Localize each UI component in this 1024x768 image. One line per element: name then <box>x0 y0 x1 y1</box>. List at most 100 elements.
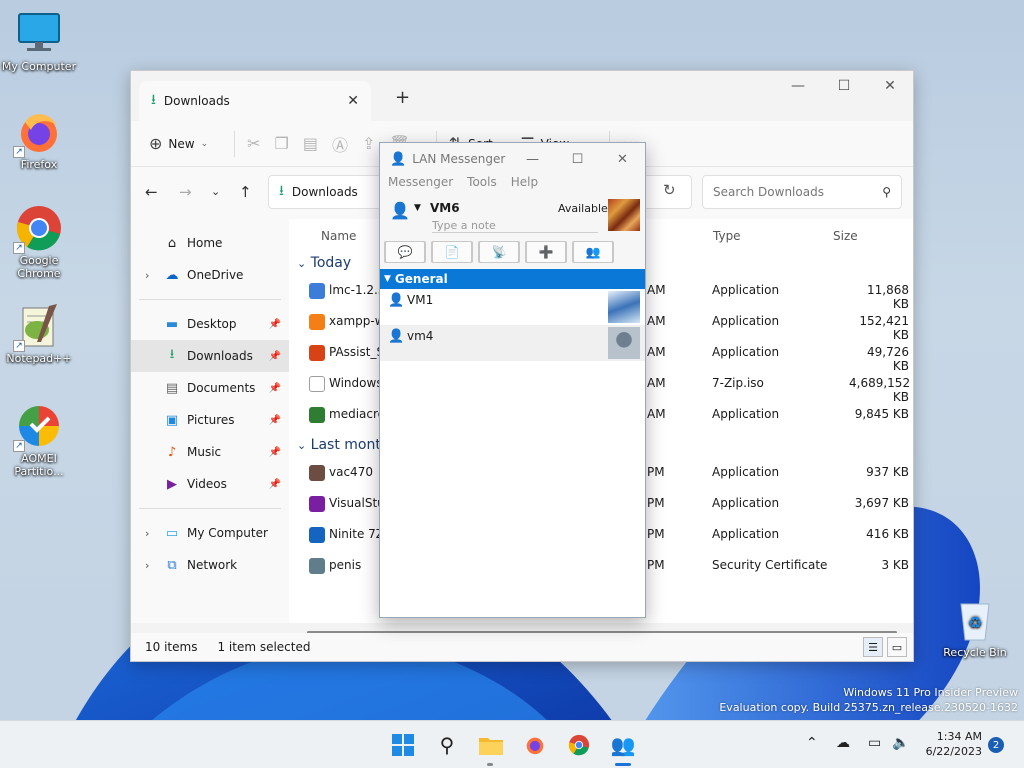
menu-messenger[interactable]: Messenger <box>388 175 453 195</box>
group-header-last-month[interactable]: ⌄ Last month <box>297 437 390 453</box>
column-header-size[interactable]: Size <box>833 229 858 243</box>
cut-button[interactable]: ✂ <box>247 134 260 153</box>
file-size: 416 KB <box>866 527 909 541</box>
recent-locations-chevron-icon[interactable]: ⌄ <box>211 185 220 198</box>
new-tab-icon[interactable]: + <box>395 87 410 108</box>
desktop-icon-label: Recycle Bin <box>943 646 1007 659</box>
nav-item-network[interactable]: › ⧉ Network <box>131 549 289 581</box>
menu-help[interactable]: Help <box>511 175 538 195</box>
close-window-icon[interactable]: ✕ <box>867 71 913 101</box>
nav-item-documents[interactable]: ▤ Documents 📌 <box>131 372 289 404</box>
refresh-icon[interactable]: ↻ <box>663 181 676 199</box>
nav-item-pictures[interactable]: ▣ Pictures 📌 <box>131 404 289 436</box>
minimize-icon[interactable]: — <box>775 71 821 101</box>
contact-avatar <box>608 291 640 323</box>
contact-status-icon: 👤 <box>388 329 405 344</box>
lan-messenger-taskbar-button[interactable]: 👥 <box>609 731 637 759</box>
file-transfer-button[interactable]: 📄 <box>431 241 473 263</box>
close-window-icon[interactable]: ✕ <box>600 143 645 175</box>
windows-logo-icon <box>392 734 414 756</box>
contact-item[interactable]: 👤 vm4 <box>380 325 645 361</box>
group-chat-button[interactable]: 👥 <box>572 241 614 263</box>
maximize-icon[interactable]: ☐ <box>821 71 867 101</box>
aomei-partition-icon: ↗ <box>13 402 63 452</box>
column-header-type[interactable]: Type <box>713 229 741 243</box>
search-button[interactable]: ⚲ <box>433 731 461 759</box>
details-view-icon[interactable]: ☰ <box>863 637 883 657</box>
tab-downloads[interactable]: ⭳ Downloads ✕ <box>139 81 371 121</box>
search-box[interactable]: Search Downloads ⚲ <box>702 175 902 209</box>
copy-button[interactable]: ❐ <box>275 134 289 153</box>
desktop-icon-chrome[interactable]: ↗ Google Chrome <box>0 204 78 280</box>
file-size: 9,845 KB <box>854 407 909 421</box>
desktop-icon-label: My Computer <box>1 60 77 73</box>
desktop-icon-firefox[interactable]: ↗ Firefox <box>0 108 78 171</box>
file-time: PM <box>647 465 665 479</box>
status-dropdown-icon[interactable]: ▼ <box>414 203 421 213</box>
contact-group-general[interactable]: ▼ General <box>380 269 645 289</box>
lan-title-bar[interactable]: 👤 LAN Messenger — ☐ ✕ <box>380 143 645 175</box>
desktop-icon-recycle-bin[interactable]: ♻ Recycle Bin <box>936 596 1014 659</box>
volume-icon[interactable]: 🔈 <box>892 735 909 751</box>
user-status[interactable]: Available <box>558 202 608 215</box>
file-time: AM <box>647 376 666 390</box>
network-icon[interactable]: ▭ <box>868 735 881 751</box>
clock[interactable]: 1:34 AM 6/22/2023 <box>922 729 982 759</box>
share-button[interactable]: ⇪ <box>362 134 375 153</box>
nav-item-downloads[interactable]: ⭳ Downloads 📌 <box>131 340 289 372</box>
broadcast-button[interactable]: 📡 <box>478 241 520 263</box>
nav-item-desktop[interactable]: ▬ Desktop 📌 <box>131 308 289 340</box>
nav-divider <box>139 508 281 509</box>
document-icon: ▤ <box>165 380 179 396</box>
desktop-icon-my-computer[interactable]: My Computer <box>0 10 78 73</box>
forward-arrow-icon[interactable]: → <box>179 183 192 201</box>
contact-item[interactable]: 👤 VM1 <box>380 289 645 325</box>
note-input[interactable]: Type a note <box>432 219 598 233</box>
desktop-icon-aomei[interactable]: ↗ AOMEI Partitio... <box>0 402 78 478</box>
firefox-taskbar-button[interactable] <box>521 731 549 759</box>
file-size: 3,697 KB <box>854 496 909 510</box>
pin-icon: 📌 <box>268 414 281 426</box>
new-button[interactable]: ⊕ New ⌄ <box>149 134 208 153</box>
recycle-bin-icon: ♻ <box>951 596 999 644</box>
nav-item-home[interactable]: ⌂ Home <box>131 227 289 259</box>
expand-chevron-icon[interactable]: › <box>145 559 149 572</box>
watermark-line-1: Windows 11 Pro Insider Preview <box>843 686 1018 699</box>
desktop-icon-notepadpp[interactable]: ↗ Notepad++ <box>0 302 78 365</box>
add-contact-button[interactable]: ➕ <box>525 241 567 263</box>
show-hidden-icons-chevron-icon[interactable]: ⌃ <box>806 735 818 751</box>
pin-icon: 📌 <box>268 382 281 394</box>
up-arrow-icon[interactable]: ↑ <box>239 183 252 201</box>
expand-chevron-icon[interactable]: › <box>145 527 149 540</box>
nav-item-videos[interactable]: ▶ Videos 📌 <box>131 468 289 500</box>
notification-badge[interactable]: 2 <box>988 737 1004 753</box>
pin-icon: 📌 <box>268 478 281 490</box>
nav-item-my-computer[interactable]: › ▭ My Computer <box>131 517 289 549</box>
firefox-icon: ↗ <box>13 108 63 158</box>
file-icon <box>309 527 325 543</box>
nav-item-onedrive[interactable]: › ☁ OneDrive <box>131 259 289 291</box>
column-header-name[interactable]: Name <box>321 229 356 243</box>
close-tab-icon[interactable]: ✕ <box>347 93 359 109</box>
nav-label: Music <box>187 445 222 459</box>
chrome-taskbar-button[interactable] <box>565 731 593 759</box>
nav-label: My Computer <box>187 526 268 540</box>
start-button[interactable] <box>389 731 417 759</box>
file-type: Application <box>712 407 780 421</box>
back-arrow-icon[interactable]: ← <box>145 183 158 201</box>
onedrive-offline-icon[interactable]: ☁ <box>836 735 850 751</box>
group-header-today[interactable]: ⌄ Today <box>297 255 351 271</box>
nav-item-music[interactable]: ♪ Music 📌 <box>131 436 289 468</box>
paste-button[interactable]: ▤ <box>303 134 318 153</box>
menu-tools[interactable]: Tools <box>467 175 497 195</box>
minimize-icon[interactable]: — <box>510 143 555 175</box>
maximize-icon[interactable]: ☐ <box>555 143 600 175</box>
file-time: AM <box>647 345 666 359</box>
tiles-view-icon[interactable]: ▭ <box>887 637 907 657</box>
rename-button[interactable]: Ⓐ <box>332 132 348 156</box>
file-explorer-taskbar-button[interactable] <box>477 731 505 759</box>
user-status-icon[interactable]: 👤 <box>390 201 410 220</box>
message-button[interactable]: 💬 <box>384 241 426 263</box>
expand-chevron-icon[interactable]: › <box>145 269 149 282</box>
user-avatar[interactable] <box>608 199 640 231</box>
